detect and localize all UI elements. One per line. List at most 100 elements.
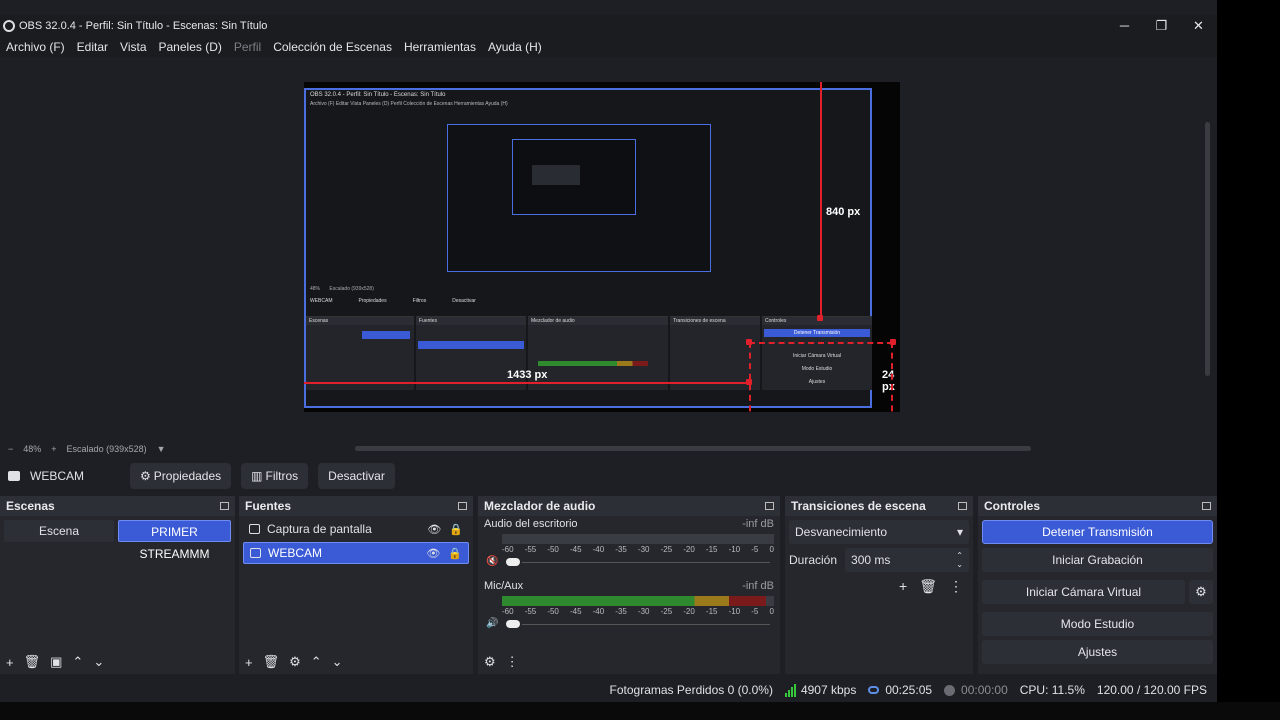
scenes-dock: Escenas Escena PRIMER STREAMMM + 🗑 ▣ ⌃ ⌄ [0, 496, 235, 674]
nested-preview [447, 124, 711, 272]
scale-tick-label: -50 [547, 545, 559, 554]
add-scene-icon[interactable]: + [6, 655, 14, 670]
spin-arrows-icon[interactable]: ⌃ ⌄ [956, 551, 963, 569]
move-down-icon[interactable]: ⌄ [332, 654, 343, 670]
meter-scale: -60 -55 -50 -45 -40 -35 -30 -25 -20 -15 -10 -5 0 [502, 545, 774, 554]
controls-dock-header: Controles [978, 496, 1217, 516]
resize-handle-tr[interactable] [890, 339, 896, 345]
menu-archivo[interactable]: Archivo (F) [6, 40, 65, 54]
menu-herramientas[interactable]: Herramientas [404, 40, 476, 54]
scale-tick-label: -25 [660, 545, 673, 554]
scene-filters-icon[interactable]: ▣ [50, 654, 62, 670]
remove-scene-icon[interactable]: 🗑 [24, 654, 41, 670]
filters-button[interactable]: ▥ Filtros [241, 463, 309, 489]
monitor-icon [249, 524, 260, 534]
preview-vertical-scrollbar[interactable] [1205, 122, 1210, 376]
add-transition-icon[interactable]: + [899, 578, 907, 595]
undock-icon[interactable] [765, 502, 774, 510]
controls-dock: Controles Detener Transmisión Iniciar Gr… [978, 496, 1217, 674]
undock-icon[interactable] [220, 502, 229, 510]
transitions-title: Transiciones de escena [791, 499, 926, 513]
record-dot-icon [944, 684, 956, 696]
speaker-icon[interactable]: 🔊 [486, 618, 498, 629]
remove-transition-icon[interactable]: 🗑 [919, 578, 937, 595]
sources-title: Fuentes [245, 499, 292, 513]
muted-speaker-icon[interactable]: 🔇 [486, 556, 498, 567]
scale-tick-label: -10 [728, 545, 741, 554]
transition-select[interactable]: Desvanecimiento ▾ [789, 520, 969, 544]
remove-source-icon[interactable]: 🗑 [263, 654, 280, 670]
source-item-webcam[interactable]: WEBCAM 👁 🔒 [243, 542, 469, 564]
settings-button[interactable]: Ajustes [982, 640, 1213, 664]
advanced-audio-icon[interactable]: ⚙ [484, 654, 496, 670]
resize-handle-l[interactable] [746, 379, 752, 385]
scale-tick-label: 0 [769, 607, 774, 616]
nested-scaled: Escalado (939x528) [329, 286, 374, 292]
measure-line-horizontal [304, 382, 750, 384]
volume-slider[interactable]: 🔇 [486, 556, 774, 570]
scale-tick-label: -15 [705, 607, 718, 616]
scenes-title: Escenas [6, 499, 55, 513]
move-up-icon[interactable]: ⌃ [72, 654, 83, 670]
transition-menu-icon[interactable]: ⋮ [949, 578, 963, 595]
zoom-level: 48% [23, 444, 42, 454]
mixer-menu-icon[interactable]: ⋮ [506, 654, 519, 670]
zoom-in-button[interactable]: + [51, 444, 56, 454]
start-virtual-cam-button[interactable]: Iniciar Cámara Virtual [982, 580, 1185, 604]
obs-window: OBS 32.0.4 - Perfil: Sin Título - Escena… [0, 0, 1217, 702]
controls-title: Controles [984, 499, 1041, 513]
minimize-button[interactable]: ─ [1106, 15, 1143, 37]
lock-icon[interactable]: 🔒 [449, 523, 463, 536]
menu-paneles[interactable]: Paneles (D) [159, 40, 222, 54]
move-up-icon[interactable]: ⌃ [311, 654, 322, 670]
close-button[interactable]: ✕ [1180, 15, 1217, 37]
deactivate-button[interactable]: Desactivar [318, 463, 395, 489]
scene-item-escena[interactable]: Escena [4, 520, 114, 542]
deactivate-label: Desactivar [328, 469, 385, 483]
camera-icon [8, 471, 20, 481]
studio-mode-button[interactable]: Modo Estudio [982, 612, 1213, 636]
resize-handle-tl[interactable] [746, 339, 752, 345]
menu-editar[interactable]: Editar [77, 40, 108, 54]
menu-vista[interactable]: Vista [120, 40, 146, 54]
duration-spinbox[interactable]: 300 ms ⌃ ⌄ [845, 548, 969, 572]
scene-item-primer-streammm[interactable]: PRIMER STREAMMM [118, 520, 231, 561]
source-item-captura[interactable]: Captura de pantalla 👁 🔒 [243, 518, 469, 540]
start-recording-button[interactable]: Iniciar Grabación [982, 548, 1213, 572]
volume-slider[interactable]: 🔊 [486, 618, 774, 632]
move-down-icon[interactable]: ⌄ [93, 654, 104, 670]
visibility-eye-icon[interactable]: 👁 [427, 523, 441, 536]
scaling-dropdown-icon[interactable]: ▼ [157, 444, 166, 454]
properties-button[interactable]: ⚙ Propiedades [130, 463, 232, 489]
visibility-eye-icon[interactable]: 👁 [426, 547, 440, 560]
undock-icon[interactable] [1202, 502, 1211, 510]
preview-horizontal-scrollbar[interactable] [355, 446, 1031, 451]
resize-handle-t[interactable] [817, 315, 823, 321]
scale-tick-label: -35 [615, 607, 627, 616]
maximize-button[interactable]: ❐ [1143, 15, 1180, 37]
virtual-cam-settings-icon[interactable]: ⚙ [1189, 580, 1213, 604]
stop-stream-button[interactable]: Detener Transmisión [982, 520, 1213, 544]
scale-tick-label: -60 [502, 545, 514, 554]
source-toolbar: WEBCAM ⚙ Propiedades ▥ Filtros Desactiva… [0, 462, 1217, 490]
channel-db: -inf dB [742, 580, 774, 592]
undock-icon[interactable] [958, 502, 967, 510]
nested-transitions-title: Transiciones de escena [670, 317, 760, 325]
mixer-channel-mic: Mic/Aux -inf dB -60 -55 -50 -45 -40 -35 -30 -25… [478, 578, 780, 634]
sources-dock: Fuentes Captura de pantalla 👁 🔒 WEBCAM 👁… [239, 496, 473, 674]
sources-dock-header: Fuentes [239, 496, 473, 516]
mixer-footer: ⚙ ⋮ [478, 650, 780, 674]
selection-box[interactable] [749, 342, 893, 412]
lock-icon[interactable]: 🔒 [448, 547, 462, 560]
program-preview[interactable]: OBS 32.0.4 - Perfil: Sin Título - Escena… [304, 82, 900, 412]
add-source-icon[interactable]: + [245, 655, 253, 670]
menu-coleccion-escenas[interactable]: Colección de Escenas [273, 40, 392, 54]
scale-tick-label: -30 [637, 545, 650, 554]
zoom-out-button[interactable]: − [8, 444, 13, 454]
undock-icon[interactable] [458, 502, 467, 510]
bitrate: 4907 kbps [784, 683, 856, 697]
meter-scale: -60 -55 -50 -45 -40 -35 -30 -25 -20 -15 -10 -5 0 [502, 607, 774, 616]
source-properties-icon[interactable]: ⚙ [289, 654, 301, 670]
menu-ayuda[interactable]: Ayuda (H) [488, 40, 542, 54]
cpu-usage: CPU: 11.5% [1020, 683, 1085, 697]
